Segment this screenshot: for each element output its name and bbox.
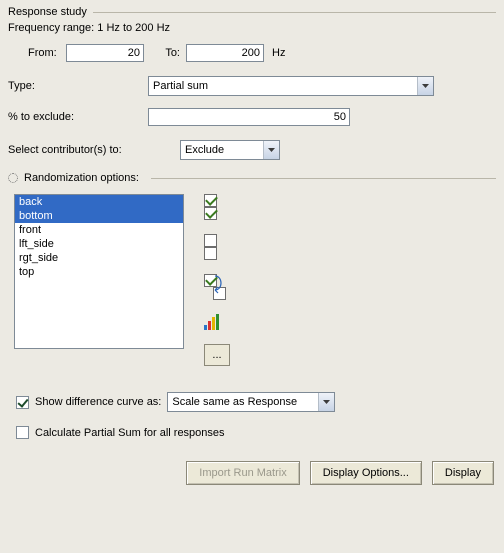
list-item[interactable]: lft_side bbox=[15, 237, 183, 251]
empty-box-icon bbox=[204, 234, 217, 247]
chevron-down-icon bbox=[417, 77, 433, 95]
from-input[interactable] bbox=[66, 44, 144, 62]
type-label: Type: bbox=[8, 80, 148, 92]
select-contrib-label: Select contributor(s) to: bbox=[8, 144, 180, 156]
list-item[interactable]: top bbox=[15, 265, 183, 279]
show-diff-curve-checkbox[interactable]: Show difference curve as: bbox=[16, 396, 161, 409]
swap-arrows-icon bbox=[213, 274, 227, 300]
frequency-range-label: Frequency range: 1 Hz to 200 Hz bbox=[8, 22, 170, 34]
pct-exclude-label: % to exclude: bbox=[8, 111, 148, 123]
display-button[interactable]: Display bbox=[432, 461, 494, 485]
more-label: ... bbox=[212, 349, 221, 361]
response-study-title: Response study bbox=[8, 6, 93, 18]
type-value: Partial sum bbox=[153, 80, 417, 92]
button-label: Import Run Matrix bbox=[199, 467, 286, 479]
select-none-button[interactable] bbox=[204, 234, 230, 260]
select-contrib-dropdown[interactable]: Exclude bbox=[180, 140, 280, 160]
hz-unit: Hz bbox=[264, 47, 285, 59]
chevron-down-icon bbox=[318, 393, 334, 411]
select-all-button[interactable] bbox=[204, 194, 230, 220]
list-item[interactable]: back bbox=[15, 195, 183, 209]
import-run-matrix-button[interactable]: Import Run Matrix bbox=[186, 461, 299, 485]
to-label: To: bbox=[144, 47, 186, 59]
checked-box-icon bbox=[204, 194, 217, 207]
checkbox-box-icon bbox=[16, 426, 29, 439]
checked-box-icon bbox=[204, 207, 217, 220]
to-input[interactable] bbox=[186, 44, 264, 62]
separator bbox=[151, 178, 496, 179]
show-diff-curve-label: Show difference curve as: bbox=[35, 396, 161, 408]
diff-curve-scale-value: Scale same as Response bbox=[172, 396, 318, 408]
bar-chart-icon[interactable] bbox=[204, 314, 230, 330]
type-dropdown[interactable]: Partial sum bbox=[148, 76, 434, 96]
checkbox-box-icon bbox=[16, 396, 29, 409]
button-label: Display bbox=[445, 467, 481, 479]
button-label: Display Options... bbox=[323, 467, 409, 479]
empty-box-icon bbox=[204, 247, 217, 260]
collapse-icon[interactable] bbox=[8, 173, 18, 183]
randomization-title: Randomization options: bbox=[24, 172, 145, 184]
contributors-listbox[interactable]: backbottomfrontlft_sidergt_sidetop bbox=[14, 194, 184, 349]
list-item[interactable]: bottom bbox=[15, 209, 183, 223]
calc-partial-sum-label: Calculate Partial Sum for all responses bbox=[35, 427, 225, 439]
calc-partial-sum-checkbox[interactable]: Calculate Partial Sum for all responses bbox=[16, 426, 225, 439]
pct-exclude-input[interactable] bbox=[148, 108, 350, 126]
invert-selection-button[interactable] bbox=[204, 274, 226, 300]
from-label: From: bbox=[28, 47, 66, 59]
select-contrib-value: Exclude bbox=[185, 144, 263, 156]
more-button[interactable]: ... bbox=[204, 344, 230, 366]
separator bbox=[93, 12, 496, 13]
diff-curve-scale-dropdown[interactable]: Scale same as Response bbox=[167, 392, 335, 412]
list-item[interactable]: front bbox=[15, 223, 183, 237]
list-item[interactable]: rgt_side bbox=[15, 251, 183, 265]
display-options-button[interactable]: Display Options... bbox=[310, 461, 422, 485]
chevron-down-icon bbox=[263, 141, 279, 159]
